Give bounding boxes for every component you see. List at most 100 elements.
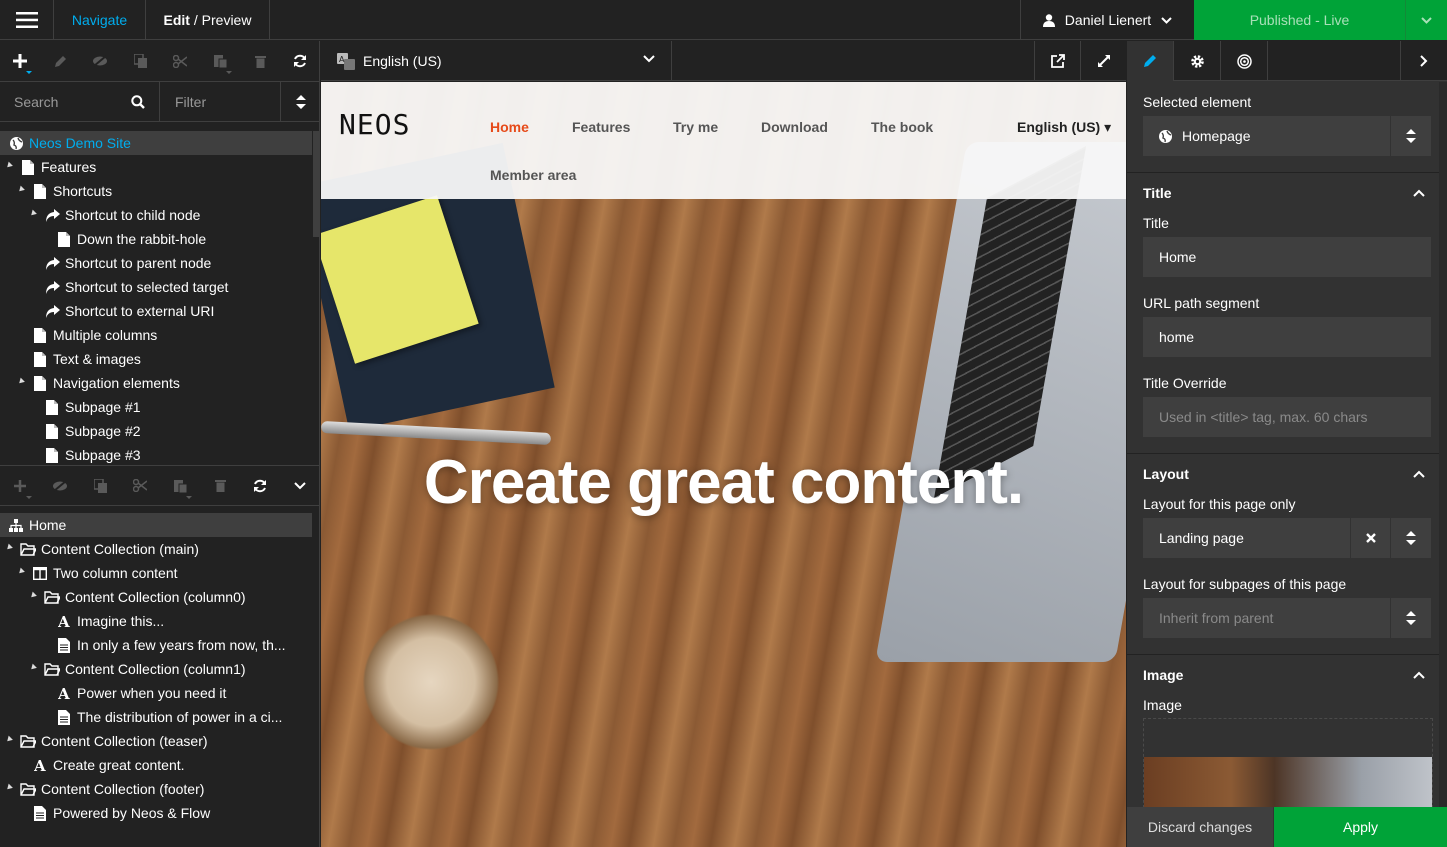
tab-edit[interactable] <box>1127 41 1174 81</box>
toggle-caret-icon[interactable] <box>29 663 37 672</box>
title-section-header[interactable]: Title <box>1143 185 1172 201</box>
paste-page-button[interactable] <box>200 41 240 81</box>
content-tree-node[interactable]: A Create great content. <box>0 753 312 777</box>
tab-settings[interactable] <box>1174 41 1221 81</box>
toggle-caret-icon[interactable] <box>29 209 37 218</box>
site-logo[interactable]: NEOS <box>339 108 410 141</box>
page-tree-node[interactable]: Shortcut to parent node <box>0 251 312 275</box>
image-thumbnail[interactable] <box>1144 757 1432 807</box>
cut-page-button[interactable] <box>160 41 200 81</box>
toggle-caret-icon[interactable] <box>17 377 25 386</box>
clear-layout-button[interactable] <box>1350 518 1390 558</box>
cut-content-button[interactable] <box>120 466 160 506</box>
layout-sort[interactable] <box>1390 518 1431 558</box>
search-input[interactable]: Search <box>0 82 160 122</box>
hero-headline[interactable]: Create great content. <box>321 447 1126 518</box>
page-tree-node[interactable]: Subpage #1 <box>0 395 312 419</box>
content-tree-node[interactable]: Content Collection (footer) <box>0 777 312 801</box>
tab-seo[interactable] <box>1221 41 1268 81</box>
subpage-layout-select[interactable]: Inherit from parent <box>1143 598 1431 638</box>
chevron-up-icon[interactable] <box>1413 189 1425 197</box>
image-dropzone[interactable] <box>1143 718 1433 808</box>
page-tree-node[interactable]: Shortcut to selected target <box>0 275 312 299</box>
page-tree-node[interactable]: Text & images <box>0 347 312 371</box>
site-nav-home[interactable]: Home <box>490 119 529 135</box>
filter-select[interactable]: Filter <box>160 82 281 122</box>
site-nav-features[interactable]: Features <box>572 119 630 135</box>
delete-page-button[interactable] <box>240 41 280 81</box>
layout-section-header[interactable]: Layout <box>1143 466 1189 482</box>
site-preview[interactable]: NEOS Home Features Try me Download The b… <box>321 82 1126 847</box>
publish-dropdown-button[interactable] <box>1406 0 1447 40</box>
menu-button[interactable] <box>0 0 54 40</box>
content-tree-node[interactable]: Two column content <box>0 561 312 585</box>
page-tree-node[interactable]: Features <box>0 155 312 179</box>
site-nav-download[interactable]: Download <box>761 119 828 135</box>
page-tree-node[interactable]: Shortcut to child node <box>0 203 312 227</box>
content-tree-node[interactable]: Powered by Neos & Flow <box>0 801 312 825</box>
publish-button[interactable]: Published - Live <box>1194 0 1406 40</box>
hide-content-button[interactable] <box>40 466 80 506</box>
apply-button[interactable]: Apply <box>1274 807 1447 847</box>
user-menu[interactable]: Daniel Lienert <box>1020 0 1194 40</box>
discard-changes-button[interactable]: Discard changes <box>1127 807 1273 847</box>
page-tree-node[interactable]: Shortcuts <box>0 179 312 203</box>
page-tree-scrollbar[interactable] <box>313 131 319 237</box>
site-nav-member-area[interactable]: Member area <box>490 167 576 183</box>
paste-content-button[interactable] <box>160 466 200 506</box>
content-tree-node[interactable]: A Imagine this... <box>0 609 312 633</box>
page-tree-node[interactable]: Subpage #3 <box>0 443 312 465</box>
content-tree-node[interactable]: The distribution of power in a ci... <box>0 705 312 729</box>
content-tree-node[interactable]: Content Collection (column1) <box>0 657 312 681</box>
inspector-scrollbar[interactable] <box>1439 82 1447 847</box>
page-tree-node[interactable]: Down the rabbit-hole <box>0 227 312 251</box>
url-path-input[interactable]: home <box>1143 317 1431 357</box>
collapse-inspector-button[interactable] <box>1400 41 1447 81</box>
fullscreen-button[interactable] <box>1080 41 1126 81</box>
page-tree-node[interactable]: Shortcut to external URI <box>0 299 312 323</box>
toggle-caret-icon[interactable] <box>17 567 25 576</box>
toggle-caret-icon[interactable] <box>5 783 13 792</box>
toggle-caret-icon[interactable] <box>5 161 13 170</box>
page-tree-node[interactable]: Neos Demo Site <box>0 131 312 155</box>
selected-element-sort[interactable] <box>1390 116 1431 156</box>
hide-page-button[interactable] <box>80 41 120 81</box>
chevron-up-icon[interactable] <box>1413 470 1425 478</box>
content-tree-node[interactable]: In only a few years from now, th... <box>0 633 312 657</box>
add-content-button[interactable] <box>0 466 40 506</box>
refresh-content-tree-button[interactable] <box>240 466 280 506</box>
site-language-menu[interactable]: English (US) ▾ <box>1017 119 1111 136</box>
title-override-input[interactable]: Used in <title> tag, max. 60 chars <box>1143 397 1431 437</box>
filter-dropdown-toggle[interactable] <box>281 82 320 122</box>
collapse-content-tree-button[interactable] <box>280 466 320 506</box>
copy-page-button[interactable] <box>120 41 160 81</box>
content-tree-node[interactable]: Content Collection (main) <box>0 537 312 561</box>
title-input[interactable]: Home <box>1143 237 1431 277</box>
subpage-layout-sort[interactable] <box>1390 598 1431 638</box>
add-page-button[interactable] <box>0 41 40 81</box>
selected-element-select[interactable]: Homepage <box>1143 116 1431 156</box>
toggle-caret-icon[interactable] <box>5 543 13 552</box>
edit-page-button[interactable] <box>40 41 80 81</box>
content-tree-node[interactable]: Content Collection (column0) <box>0 585 312 609</box>
content-tree-node[interactable]: Home <box>0 513 312 537</box>
delete-content-button[interactable] <box>200 466 240 506</box>
site-nav-try-me[interactable]: Try me <box>673 119 718 135</box>
page-tree-node[interactable]: Multiple columns <box>0 323 312 347</box>
content-tree-node[interactable]: Content Collection (teaser) <box>0 729 312 753</box>
site-nav-the-book[interactable]: The book <box>871 119 933 135</box>
refresh-page-tree-button[interactable] <box>280 41 320 81</box>
layout-select[interactable]: Landing page <box>1143 518 1431 558</box>
chevron-up-icon[interactable] <box>1413 671 1425 679</box>
navigate-tab[interactable]: Navigate <box>54 0 146 40</box>
open-external-button[interactable] <box>1034 41 1080 81</box>
content-tree-node[interactable]: A Power when you need it <box>0 681 312 705</box>
image-section-header[interactable]: Image <box>1143 667 1183 683</box>
toggle-caret-icon[interactable] <box>5 735 13 744</box>
toggle-caret-icon[interactable] <box>29 591 37 600</box>
toggle-caret-icon[interactable] <box>17 185 25 194</box>
page-tree-node[interactable]: Subpage #2 <box>0 419 312 443</box>
language-selector[interactable]: A English (US) <box>321 41 672 81</box>
page-tree-node[interactable]: Navigation elements <box>0 371 312 395</box>
edit-preview-tab[interactable]: Edit / Preview <box>146 0 270 40</box>
